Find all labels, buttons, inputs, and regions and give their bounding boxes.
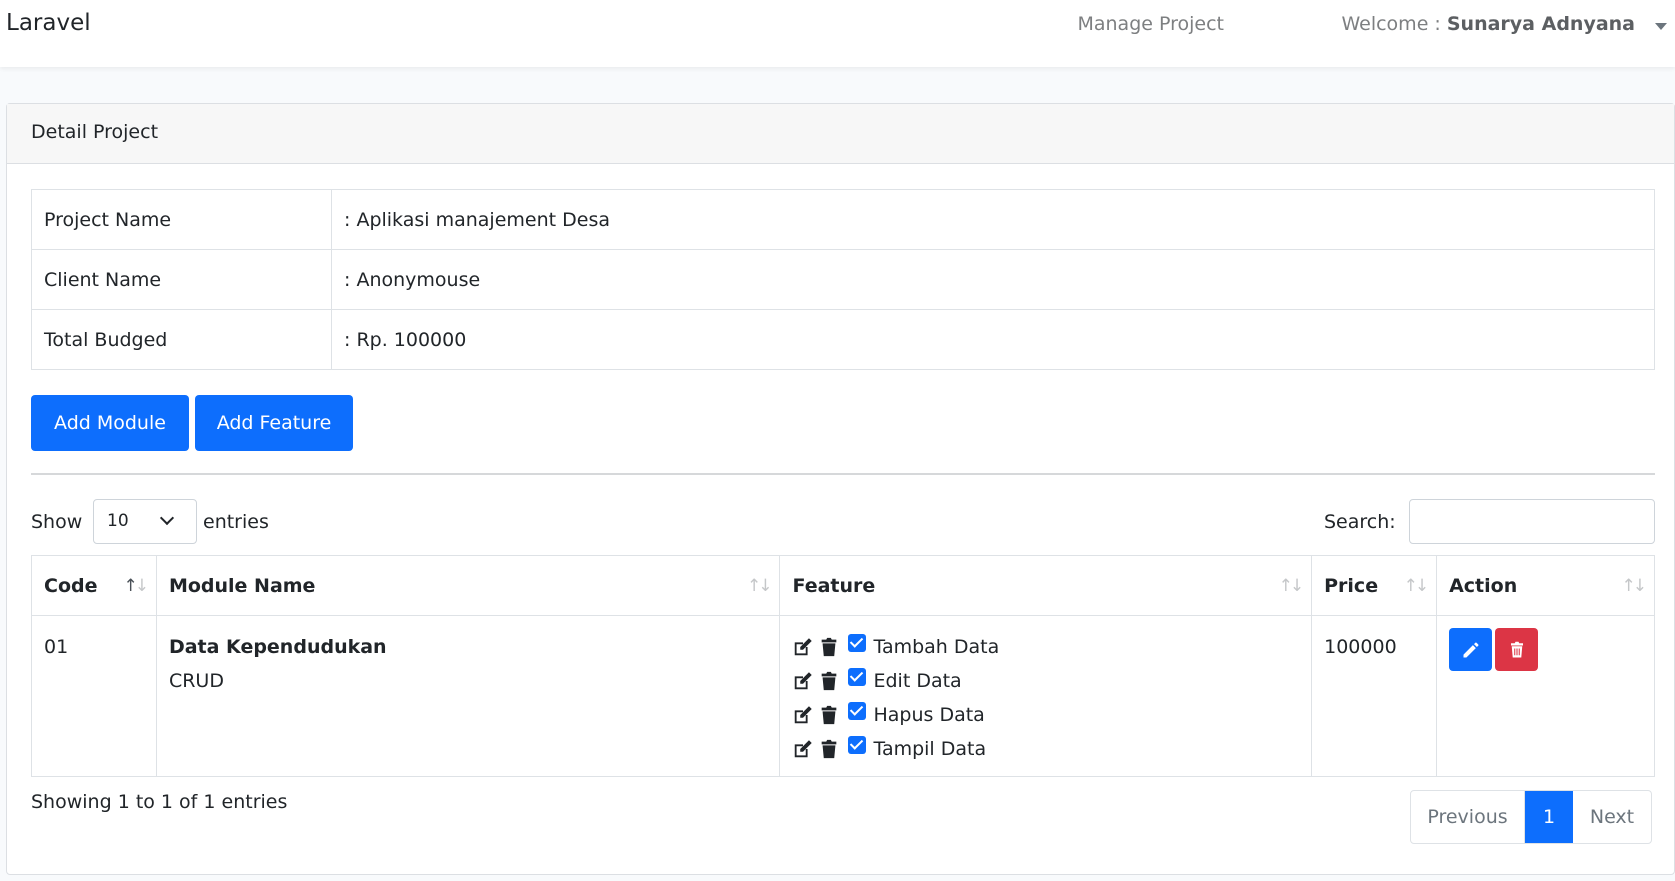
sort-icon: ↑↓ (1621, 576, 1647, 596)
feature-label: Hapus Data (873, 704, 985, 726)
divider (31, 473, 1655, 475)
feature-checkbox[interactable] (848, 668, 867, 686)
table-row: 01 Data Kependudukan CRUD Tambah Data Ed… (31, 615, 1655, 777)
card-header: Detail Project (7, 104, 1674, 164)
code-cell: 01 (31, 615, 157, 777)
trash-icon[interactable] (818, 738, 840, 760)
action-cell (1436, 615, 1655, 777)
search-input[interactable] (1409, 499, 1655, 544)
page-length-select[interactable]: 10 (93, 499, 197, 544)
manage-project-link[interactable]: Manage Project (1077, 13, 1224, 35)
user-name: Sunarya Adnyana (1446, 13, 1635, 35)
table-info: Showing 1 to 1 of 1 entries (31, 791, 288, 813)
user-dropdown[interactable]: Welcome : Sunarya Adnyana (1341, 13, 1635, 35)
feature-label: Tambah Data (873, 636, 1000, 658)
project-info-table: Project Name : Aplikasi manajement Desa … (31, 189, 1655, 370)
delete-module-button[interactable] (1495, 628, 1539, 671)
detail-project-card: Detail Project Project Name : Aplikasi m… (6, 103, 1675, 875)
feature-item: Hapus Data (792, 698, 1299, 732)
welcome-prefix: Welcome : (1341, 13, 1447, 35)
feature-checkbox[interactable] (848, 634, 867, 652)
project-name-value: : Aplikasi manajement Desa (331, 189, 1655, 250)
table-header-row: Code ↑↓ Module Name ↑↓ Feature ↑↓ Price … (31, 555, 1655, 616)
trash-icon[interactable] (818, 704, 840, 726)
column-header-code[interactable]: Code ↑↓ (31, 555, 157, 616)
search-label: Search: (1324, 511, 1396, 533)
column-header-price[interactable]: Price ↑↓ (1311, 555, 1438, 616)
sort-icon: ↑↓ (1403, 576, 1429, 596)
column-label: Code (44, 574, 98, 597)
brand-link[interactable]: Laravel (6, 10, 91, 36)
module-name: Data Kependudukan (168, 636, 387, 658)
column-label: Module Name (168, 574, 316, 597)
feature-item: Tambah Data (792, 630, 1299, 664)
edit-icon[interactable] (792, 636, 814, 658)
edit-icon[interactable] (792, 704, 814, 726)
sort-asc-icon: ↑↓ (123, 576, 148, 596)
feature-item: Tampil Data (792, 732, 1299, 766)
pagination: Previous 1 Next (1410, 790, 1652, 844)
entries-label: entries (203, 511, 269, 533)
add-module-button[interactable]: Add Module (31, 395, 189, 451)
price-cell: 100000 (1311, 615, 1438, 777)
pagination-next[interactable]: Next (1573, 791, 1651, 843)
edit-module-button[interactable] (1449, 628, 1493, 671)
column-label: Price (1324, 574, 1379, 597)
client-name-label: Client Name (31, 249, 332, 310)
module-subtitle: CRUD (168, 670, 224, 692)
sort-icon: ↑↓ (746, 576, 772, 596)
pencil-icon (1463, 642, 1479, 657)
pagination-page-1[interactable]: 1 (1525, 791, 1573, 843)
column-label: Action (1449, 574, 1518, 597)
column-label: Feature (792, 574, 876, 597)
card-title: Detail Project (31, 121, 159, 143)
table-row: Client Name : Anonymouse (31, 249, 1655, 310)
project-name-label: Project Name (31, 189, 332, 250)
feature-item: Edit Data (792, 664, 1299, 698)
column-header-action[interactable]: Action ↑↓ (1436, 555, 1655, 616)
trash-icon (1510, 641, 1523, 657)
pagination-previous[interactable]: Previous (1411, 791, 1525, 843)
table-row: Project Name : Aplikasi manajement Desa (31, 189, 1655, 250)
modules-table: Code ↑↓ Module Name ↑↓ Feature ↑↓ Price … (31, 555, 1655, 777)
add-feature-button[interactable]: Add Feature (195, 395, 353, 451)
feature-cell: Tambah Data Edit Data Hapus Data Tampil … (779, 615, 1313, 777)
show-label: Show (31, 511, 83, 533)
feature-label: Edit Data (873, 670, 962, 692)
caret-down-icon[interactable] (1655, 23, 1667, 30)
trash-icon[interactable] (818, 636, 840, 658)
feature-checkbox[interactable] (848, 702, 867, 720)
page-length-value: 10 (107, 511, 129, 531)
sort-icon: ↑↓ (1278, 576, 1304, 596)
table-row: Total Budged : Rp. 100000 (31, 309, 1655, 370)
total-budget-value: : Rp. 100000 (331, 309, 1655, 370)
edit-icon[interactable] (792, 670, 814, 692)
feature-label: Tampil Data (873, 738, 987, 760)
chevron-down-icon (159, 510, 175, 526)
column-header-module-name[interactable]: Module Name ↑↓ (155, 555, 781, 616)
edit-icon[interactable] (792, 738, 814, 760)
total-budget-label: Total Budged (31, 309, 332, 370)
client-name-value: : Anonymouse (331, 249, 1655, 310)
column-header-feature[interactable]: Feature ↑↓ (779, 555, 1313, 616)
trash-icon[interactable] (818, 670, 840, 692)
module-name-cell: Data Kependudukan CRUD (155, 615, 781, 777)
top-navbar: Laravel Manage Project Welcome : Sunarya… (0, 0, 1675, 67)
feature-checkbox[interactable] (848, 736, 867, 754)
